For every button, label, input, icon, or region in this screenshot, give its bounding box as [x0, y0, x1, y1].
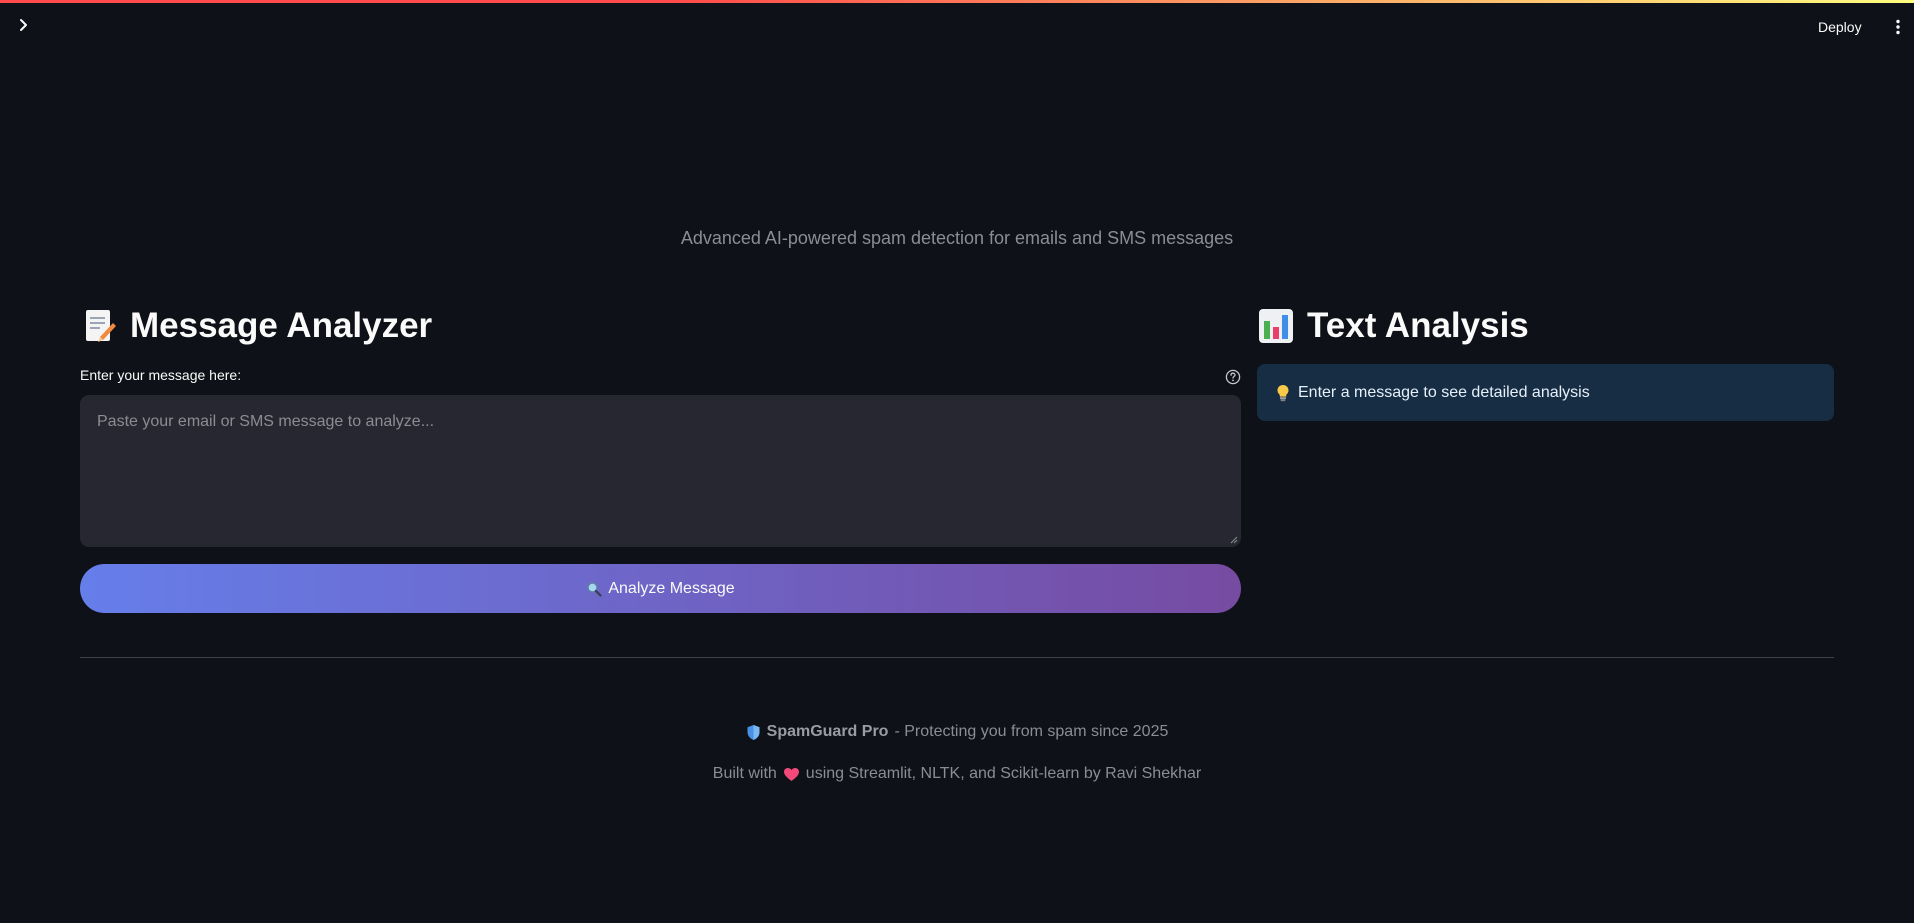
analyze-message-button[interactable]: Analyze Message	[80, 564, 1241, 613]
bar-chart-icon	[1259, 309, 1293, 343]
footer-brand: SpamGuard Pro	[766, 723, 889, 740]
footer-brand-line: SpamGuard Pro - Protecting you from spam…	[0, 723, 1914, 741]
analysis-info-box: Enter a message to see detailed analysis	[1257, 364, 1834, 421]
analysis-info-text: Enter a message to see detailed analysis	[1298, 383, 1590, 401]
vertical-dots-icon	[1896, 19, 1900, 35]
footer-built-prefix: Built with	[712, 765, 777, 782]
magnifier-icon	[587, 581, 602, 597]
app-page: Deploy Advanced AI-powered spam detectio…	[0, 0, 1914, 923]
sidebar-toggle-button[interactable]	[12, 14, 34, 36]
message-field-label-row: Enter your message here:	[80, 367, 1241, 389]
app-subtitle: Advanced AI-powered spam detection for e…	[680, 228, 1234, 248]
analyze-button-label: Analyze Message	[608, 579, 735, 597]
heart-icon	[783, 767, 799, 781]
memo-icon	[86, 310, 116, 342]
footer-built-suffix: using Streamlit, NLTK, and Scikit-learn …	[805, 765, 1202, 782]
footer-credits-line: Built with using Streamlit, NLTK, and Sc…	[0, 765, 1914, 783]
message-input-container	[80, 395, 1241, 547]
section-divider	[80, 657, 1834, 658]
deploy-button[interactable]: Deploy	[1818, 17, 1862, 37]
chevron-right-icon	[20, 19, 27, 31]
header: Deploy	[0, 5, 1914, 51]
question-circle-icon[interactable]	[1225, 369, 1241, 385]
shield-icon	[747, 724, 760, 740]
text-analysis-heading: Text Analysis	[1257, 300, 1834, 352]
message-analyzer-title: Message Analyzer	[130, 306, 433, 345]
message-analyzer-column: Message Analyzer Enter your message here…	[80, 300, 1241, 613]
text-analysis-column: Text Analysis Enter a message to see det…	[1257, 300, 1834, 421]
message-analyzer-heading: Message Analyzer	[80, 300, 1241, 352]
message-input[interactable]	[80, 395, 1241, 547]
resize-handle-icon[interactable]	[1230, 536, 1238, 544]
text-analysis-title: Text Analysis	[1307, 306, 1529, 345]
main-menu-button[interactable]	[1888, 16, 1908, 38]
lightbulb-icon	[1277, 384, 1289, 401]
footer-tagline: - Protecting you from spam since 2025	[894, 723, 1169, 740]
message-field-label: Enter your message here:	[80, 367, 242, 383]
